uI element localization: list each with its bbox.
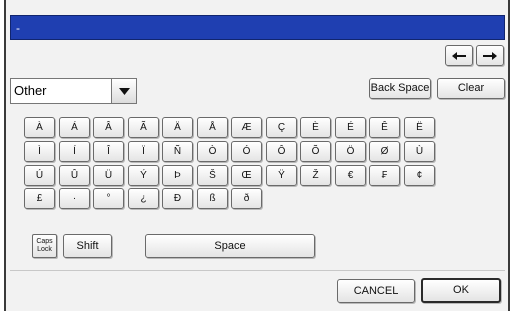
clear-button[interactable]: Clear xyxy=(437,78,505,99)
ok-button[interactable]: OK xyxy=(421,278,501,303)
arrow-left-icon xyxy=(452,51,466,60)
character-set-value: Other xyxy=(14,83,47,98)
character-key[interactable]: Ä xyxy=(162,117,193,138)
dropdown-arrow-button[interactable] xyxy=(111,79,136,103)
character-key[interactable]: · xyxy=(59,188,90,209)
character-key[interactable]: Ã xyxy=(128,117,159,138)
character-key[interactable]: Ø xyxy=(369,141,400,162)
character-key[interactable]: Ü xyxy=(93,165,124,186)
character-key[interactable]: ß xyxy=(197,188,228,209)
character-key[interactable]: Ï xyxy=(128,141,159,162)
character-key[interactable]: £ xyxy=(24,188,55,209)
character-key[interactable]: Â xyxy=(93,117,124,138)
input-display-text: - xyxy=(16,21,20,35)
character-key[interactable]: Š xyxy=(197,165,228,186)
character-key[interactable]: Í xyxy=(59,141,90,162)
character-key[interactable]: Ë xyxy=(404,117,435,138)
character-key[interactable]: ¿ xyxy=(128,188,159,209)
back-space-button[interactable]: Back Space xyxy=(369,78,431,99)
character-key[interactable]: Ç xyxy=(266,117,297,138)
character-key[interactable]: Æ xyxy=(231,117,262,138)
character-key[interactable]: Á xyxy=(59,117,90,138)
character-key[interactable]: Œ xyxy=(231,165,262,186)
character-key[interactable]: ₣ xyxy=(369,165,400,186)
character-key[interactable]: Đ xyxy=(162,188,193,209)
character-key[interactable]: È xyxy=(300,117,331,138)
character-key[interactable]: ° xyxy=(93,188,124,209)
character-key[interactable]: Õ xyxy=(300,141,331,162)
cancel-button[interactable]: CANCEL xyxy=(337,279,415,303)
character-key[interactable]: Ó xyxy=(231,141,262,162)
character-key[interactable]: Ù xyxy=(404,141,435,162)
caps-lock-label-line2: Lock xyxy=(37,246,52,253)
space-button[interactable]: Space xyxy=(145,234,315,258)
footer-divider xyxy=(10,270,505,271)
character-key[interactable]: Ÿ xyxy=(266,165,297,186)
character-key[interactable]: Ö xyxy=(335,141,366,162)
character-key[interactable]: Ì xyxy=(24,141,55,162)
character-key[interactable]: Ž xyxy=(300,165,331,186)
shift-button[interactable]: Shift xyxy=(63,234,112,258)
character-key[interactable]: € xyxy=(335,165,366,186)
character-key[interactable]: É xyxy=(335,117,366,138)
character-key[interactable]: À xyxy=(24,117,55,138)
caps-lock-button[interactable]: Caps Lock xyxy=(32,234,57,258)
character-key[interactable]: Ú xyxy=(24,165,55,186)
character-set-select[interactable]: Other xyxy=(10,78,137,104)
input-display-bar: - xyxy=(10,15,505,40)
caps-lock-label-line1: Caps xyxy=(36,238,53,245)
cursor-left-button[interactable] xyxy=(445,45,473,66)
character-key[interactable]: Î xyxy=(93,141,124,162)
character-key[interactable]: ¢ xyxy=(404,165,435,186)
character-key[interactable]: Ê xyxy=(369,117,400,138)
character-key[interactable]: Û xyxy=(59,165,90,186)
character-key[interactable]: Ô xyxy=(266,141,297,162)
character-key[interactable]: Ñ xyxy=(162,141,193,162)
character-key[interactable]: Ò xyxy=(197,141,228,162)
character-key[interactable]: Å xyxy=(197,117,228,138)
character-key[interactable]: Þ xyxy=(162,165,193,186)
arrow-right-icon xyxy=(483,51,497,60)
cursor-right-button[interactable] xyxy=(476,45,504,66)
chevron-down-icon xyxy=(118,87,130,95)
character-key[interactable]: Ý xyxy=(128,165,159,186)
character-key[interactable]: ð xyxy=(231,188,262,209)
